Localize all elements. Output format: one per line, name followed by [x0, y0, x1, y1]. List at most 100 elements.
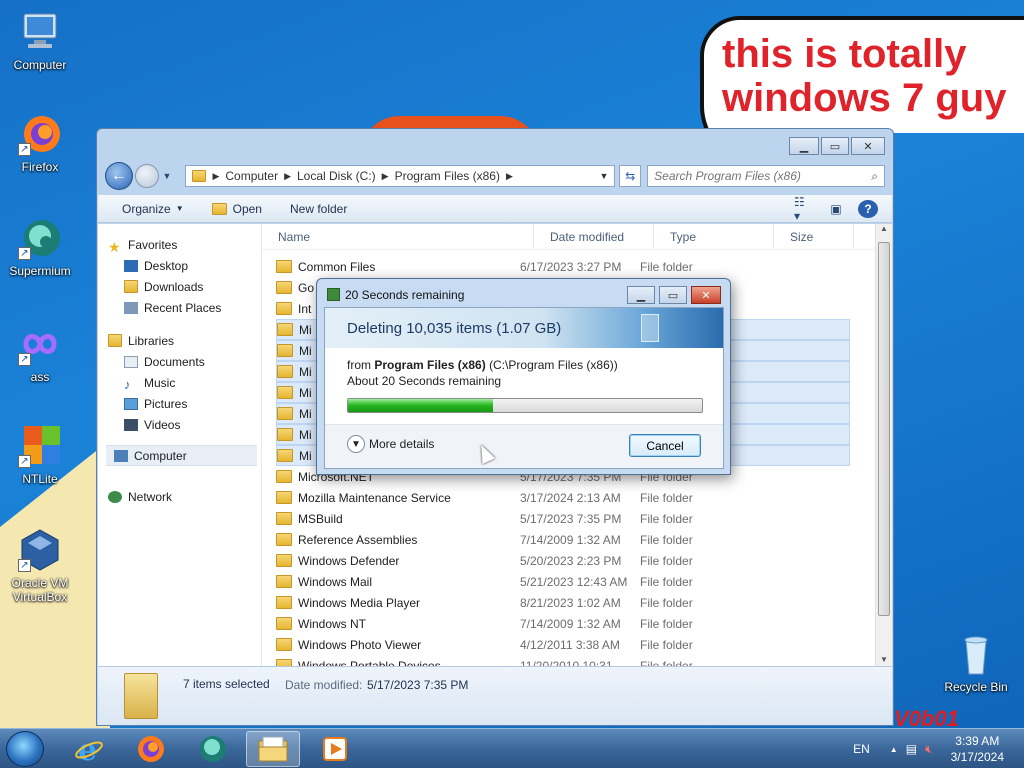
nav-desktop[interactable]: Desktop	[98, 255, 261, 276]
breadcrumb-program-files[interactable]: Program Files (x86)	[395, 169, 500, 183]
table-row[interactable]: Windows Media Player 8/21/2023 1:02 AM Fil…	[276, 592, 850, 613]
column-size[interactable]: Size	[774, 224, 854, 249]
preview-pane-icon[interactable]: ▣	[826, 200, 846, 218]
view-options-icon[interactable]: ☷ ▾	[794, 195, 814, 223]
desktop-icon-ntlite[interactable]: ↗ NTLite	[2, 424, 78, 486]
minimize-button[interactable]: ▁	[789, 137, 819, 155]
clock-date: 3/17/2024	[950, 750, 1004, 764]
desktop-icon-recycle-bin[interactable]: Recycle Bin	[936, 632, 1016, 694]
refresh-button[interactable]: ⇆	[619, 165, 642, 187]
table-row[interactable]: Windows Portable Devices 11/20/2010 10:31…	[276, 655, 850, 666]
file-name-cell: Windows Mail	[276, 575, 520, 589]
folder-icon	[277, 386, 293, 399]
dialog-minimize-button[interactable]: ▁	[627, 286, 655, 304]
nav-pictures[interactable]: Pictures	[98, 393, 261, 414]
volume-muted-icon[interactable]: 🔇︎	[925, 742, 933, 757]
cancel-button[interactable]: Cancel	[629, 434, 701, 457]
column-type[interactable]: Type	[654, 224, 774, 249]
language-indicator[interactable]: EN	[853, 742, 870, 756]
more-details-button[interactable]: ▼ More details	[347, 435, 434, 453]
clock[interactable]: 3:39 AM 3/17/2024	[951, 733, 1004, 765]
recent-places-icon	[124, 301, 138, 314]
search-box[interactable]: ⌕	[647, 165, 885, 187]
from-line: from Program Files (x86) (C:\Program Fil…	[347, 358, 723, 372]
new-folder-button[interactable]: New folder	[290, 202, 347, 216]
table-row[interactable]: MSBuild 5/17/2023 7:35 PM File folder	[276, 508, 850, 529]
desktop-icon-computer[interactable]: Computer	[2, 10, 78, 72]
desktop-icon	[124, 259, 138, 272]
recent-pages-chevron-icon[interactable]: ▼	[163, 171, 172, 181]
organize-button[interactable]: Organize ▼	[122, 202, 184, 216]
table-row[interactable]: Windows Defender 5/20/2023 2:23 PM File fo…	[276, 550, 850, 571]
table-row[interactable]: Mozilla Maintenance Service 3/17/2024 2:1…	[276, 487, 850, 508]
nav-videos[interactable]: Videos	[98, 414, 261, 435]
column-name[interactable]: Name	[262, 224, 534, 249]
desktop-icon-ass[interactable]: ↗ ass	[2, 322, 78, 384]
breadcrumb-local-disk[interactable]: Local Disk (C:)	[297, 169, 376, 183]
nav-music[interactable]: ♪ Music	[98, 372, 261, 393]
close-button[interactable]: ✕	[851, 137, 885, 155]
nav-computer[interactable]: Computer	[106, 445, 257, 466]
table-row[interactable]: Common Files 6/17/2023 3:27 PM File folder	[276, 256, 850, 277]
search-input[interactable]	[654, 169, 872, 183]
table-row[interactable]: Windows NT 7/14/2009 1:32 AM File folder	[276, 613, 850, 634]
nav-favorites[interactable]: ★ Favorites	[98, 234, 261, 255]
file-date-cell: 7/14/2009 1:32 AM	[520, 532, 621, 547]
desktop-icon-label: ass	[30, 370, 50, 384]
open-button[interactable]: Open	[211, 202, 262, 216]
table-row[interactable]: Windows Mail 5/21/2023 12:43 AM File folde…	[276, 571, 850, 592]
help-icon[interactable]: ?	[858, 200, 878, 218]
table-row[interactable]: Windows Photo Viewer 4/12/2011 3:38 AM Fil…	[276, 634, 850, 655]
computer-icon	[18, 10, 62, 54]
table-row[interactable]: Reference Assemblies 7/14/2009 1:32 AM Fil…	[276, 529, 850, 550]
file-name: Windows Photo Viewer	[298, 637, 422, 652]
file-date-cell: 5/17/2023 7:35 PM	[520, 511, 622, 526]
desktop-icon-firefox[interactable]: ↗ Firefox	[2, 112, 78, 174]
taskbar-explorer[interactable]	[246, 731, 300, 767]
nav-recent-places[interactable]: Recent Places	[98, 297, 261, 318]
file-name: MSBuild	[298, 511, 343, 526]
address-bar[interactable]: ▶ Computer ▶ Local Disk (C:) ▶ Program F…	[185, 165, 616, 187]
file-name-cell: Windows Photo Viewer	[276, 638, 520, 652]
nav-libraries[interactable]: Libraries	[98, 330, 261, 351]
address-dropdown-icon[interactable]: ▼	[599, 171, 608, 181]
vertical-scrollbar[interactable]: ▲ ▼	[875, 224, 892, 666]
dialog-close-button[interactable]: ✕	[691, 286, 721, 304]
from-prefix: from	[347, 358, 371, 372]
file-type-cell: File folder	[640, 553, 693, 568]
folder-icon	[276, 491, 292, 504]
forward-button[interactable]	[134, 164, 159, 188]
nav-network[interactable]: Network	[98, 486, 261, 507]
taskbar-media-player[interactable]	[308, 731, 362, 767]
column-date-modified[interactable]: Date modified	[534, 224, 654, 249]
view-controls: ☷ ▾ ▣ ?	[782, 195, 878, 223]
start-button[interactable]	[6, 731, 44, 767]
file-name-cell: Windows NT	[276, 617, 520, 631]
show-hidden-icons-icon[interactable]: ▲	[890, 745, 898, 754]
desktop-icon-virtualbox[interactable]: ↗ Oracle VM VirtualBox	[2, 528, 78, 604]
firefox-icon	[138, 736, 164, 762]
chevron-down-icon: ▼	[175, 204, 184, 213]
firefox-icon: ↗	[18, 112, 62, 156]
network-tray-icon[interactable]: ▤	[906, 742, 917, 756]
dialog-footer: ▼ More details Cancel	[325, 424, 723, 468]
file-type-cell: File folder	[640, 616, 693, 631]
desktop-icon-supermium[interactable]: ↗ Supermium	[2, 216, 78, 278]
taskbar-firefox[interactable]	[124, 731, 178, 767]
scroll-up-icon[interactable]: ▲	[876, 224, 892, 233]
nav-downloads[interactable]: Downloads	[98, 276, 261, 297]
dialog-maximize-button[interactable]: ▭	[659, 286, 687, 304]
taskbar-supermium[interactable]	[186, 731, 240, 767]
taskbar-ie[interactable]: e	[62, 731, 116, 767]
file-name: Mi	[299, 406, 312, 421]
file-name-cell: Windows Media Player	[276, 596, 520, 610]
breadcrumb-computer[interactable]: Computer	[225, 169, 278, 183]
scroll-down-icon[interactable]: ▼	[876, 655, 892, 664]
maximize-button[interactable]: ▭	[821, 137, 849, 155]
nav-documents[interactable]: Documents	[98, 351, 261, 372]
scrollbar-thumb[interactable]	[878, 242, 890, 616]
file-name: Mi	[299, 385, 312, 400]
nav-label: Downloads	[144, 279, 204, 294]
back-button[interactable]: ←	[105, 162, 133, 190]
folder-icon	[276, 659, 292, 666]
